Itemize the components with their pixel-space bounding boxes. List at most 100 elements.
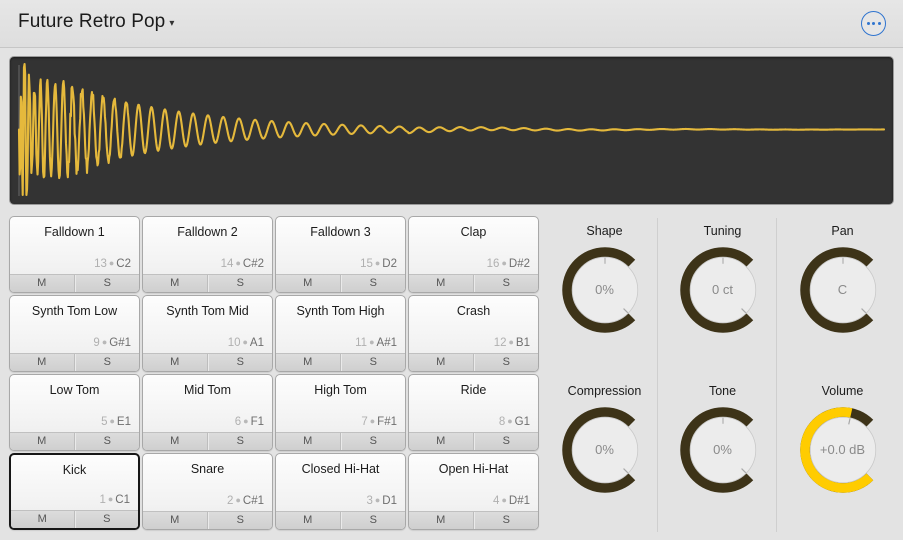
drum-pad[interactable]: Falldown 315●D2MS: [275, 216, 406, 293]
drum-pad-note-assignment: 6●F1: [235, 416, 264, 428]
drum-pad[interactable]: Synth Tom Mid10●A1MS: [142, 295, 273, 372]
knob-body: [572, 417, 638, 483]
solo-button[interactable]: S: [341, 275, 406, 292]
drum-pad-name: Falldown 2: [149, 225, 266, 239]
knob-dial[interactable]: 0%: [675, 402, 771, 498]
knob-svg: [557, 242, 653, 338]
mute-solo-row: MS: [409, 274, 538, 292]
solo-button[interactable]: S: [474, 275, 539, 292]
waveform-path: [19, 64, 884, 195]
drum-pad-pitch: G1: [515, 416, 530, 428]
mute-button[interactable]: M: [276, 354, 341, 371]
knob-dial[interactable]: +0.0 dB: [795, 402, 891, 498]
mute-button[interactable]: M: [143, 275, 208, 292]
solo-button[interactable]: S: [208, 512, 273, 529]
drum-pad[interactable]: Low Tom5●E1MS: [9, 374, 140, 451]
drum-pad[interactable]: Kick1●C1MS: [9, 453, 140, 530]
knob-label: Shape: [552, 224, 657, 238]
mute-button[interactable]: M: [276, 275, 341, 292]
drum-pad-note-assignment: 4●D#1: [493, 495, 530, 507]
drum-pad[interactable]: Clap16●D#2MS: [408, 216, 539, 293]
separator-dot-icon: ●: [373, 258, 382, 268]
drum-pad[interactable]: Mid Tom 6●F1 MS: [142, 374, 273, 451]
more-options-button[interactable]: [861, 11, 886, 36]
separator-dot-icon: ●: [499, 495, 508, 505]
knob-body: [810, 257, 876, 323]
solo-button[interactable]: S: [208, 275, 273, 292]
knob-control[interactable]: Tuning 0 ct: [670, 224, 775, 338]
drum-pad-name: Open Hi-Hat: [415, 462, 532, 476]
drum-pad[interactable]: Synth Tom High11●A#1MS: [275, 295, 406, 372]
solo-button[interactable]: S: [208, 354, 273, 371]
solo-button[interactable]: S: [75, 511, 139, 528]
mute-button[interactable]: M: [409, 512, 474, 529]
mute-button[interactable]: M: [143, 512, 208, 529]
solo-button[interactable]: S: [75, 275, 140, 292]
knob-dial[interactable]: 0%: [557, 402, 653, 498]
drum-pad-pitch: A1: [250, 337, 264, 349]
knob-control[interactable]: Tone0%: [670, 384, 775, 498]
separator-dot-icon: ●: [233, 495, 242, 505]
mute-button[interactable]: M: [276, 433, 341, 450]
mute-button[interactable]: M: [11, 511, 75, 528]
drum-pad[interactable]: Snare2●C#1MS: [142, 453, 273, 530]
mute-button[interactable]: M: [10, 354, 75, 371]
drum-pad-note-assignment: 8●G1: [499, 416, 530, 428]
drum-pad[interactable]: Falldown 2 14●C#2 MS: [142, 216, 273, 293]
mute-button[interactable]: M: [143, 354, 208, 371]
solo-button[interactable]: S: [341, 354, 406, 371]
drum-pad-note-assignment: 14●C#2: [221, 258, 264, 270]
knob-svg: [795, 242, 891, 338]
solo-button[interactable]: S: [474, 354, 539, 371]
mute-button[interactable]: M: [10, 275, 75, 292]
preset-selector[interactable]: Future Retro Pop ▾: [18, 11, 174, 33]
mute-solo-row: MS: [143, 432, 272, 450]
solo-button[interactable]: S: [75, 354, 140, 371]
drum-pad[interactable]: Crash12●B1MS: [408, 295, 539, 372]
knob-label: Volume: [790, 384, 895, 398]
drum-pad-name: Synth Tom Low: [16, 304, 133, 318]
knob-control[interactable]: Shape 0%: [552, 224, 657, 338]
mute-solo-row: MS: [409, 353, 538, 371]
knob-dial[interactable]: 0%: [557, 242, 653, 338]
knob-control[interactable]: Volume +0.0 dB: [790, 384, 895, 498]
mute-button[interactable]: M: [143, 433, 208, 450]
drum-pad-name: Closed Hi-Hat: [282, 462, 399, 476]
drum-pad-name: Mid Tom: [149, 383, 266, 397]
mute-solo-row: MS: [11, 510, 138, 528]
solo-button[interactable]: S: [474, 433, 539, 450]
knob-dial[interactable]: C: [795, 242, 891, 338]
knob-label: Tuning: [670, 224, 775, 238]
knob-control[interactable]: PanC: [790, 224, 895, 338]
separator-dot-icon: ●: [373, 495, 382, 505]
waveform-display[interactable]: [9, 56, 894, 205]
mute-button[interactable]: M: [10, 433, 75, 450]
solo-button[interactable]: S: [75, 433, 140, 450]
drum-pad-number: 10: [228, 337, 241, 349]
drum-pad[interactable]: High Tom7●F#1MS: [275, 374, 406, 451]
drum-pad-note-assignment: 13●C2: [94, 258, 131, 270]
solo-button[interactable]: S: [341, 512, 406, 529]
drum-pad[interactable]: Falldown 113●C2MS: [9, 216, 140, 293]
mute-button[interactable]: M: [409, 433, 474, 450]
drum-pad-pitch: A#1: [377, 337, 397, 349]
separator-dot-icon: ●: [233, 258, 242, 268]
mute-solo-row: MS: [409, 511, 538, 529]
drum-pad[interactable]: Open Hi-Hat 4●D#1 MS: [408, 453, 539, 530]
mute-button[interactable]: M: [276, 512, 341, 529]
knob-body: [690, 257, 756, 323]
solo-button[interactable]: S: [341, 433, 406, 450]
drum-pad[interactable]: Ride8●G1MS: [408, 374, 539, 451]
solo-button[interactable]: S: [474, 512, 539, 529]
drum-pad-pitch: C1: [115, 494, 130, 506]
drum-pad[interactable]: Synth Tom Low9●G#1MS: [9, 295, 140, 372]
knob-dial[interactable]: 0 ct: [675, 242, 771, 338]
drum-pad-name: Crash: [415, 304, 532, 318]
separator-dot-icon: ●: [368, 416, 377, 426]
mute-button[interactable]: M: [409, 354, 474, 371]
solo-button[interactable]: S: [208, 433, 273, 450]
drum-pad-number: 9: [93, 337, 99, 349]
mute-button[interactable]: M: [409, 275, 474, 292]
knob-control[interactable]: Compression0%: [552, 384, 657, 498]
drum-pad[interactable]: Closed Hi-Hat3●D1MS: [275, 453, 406, 530]
